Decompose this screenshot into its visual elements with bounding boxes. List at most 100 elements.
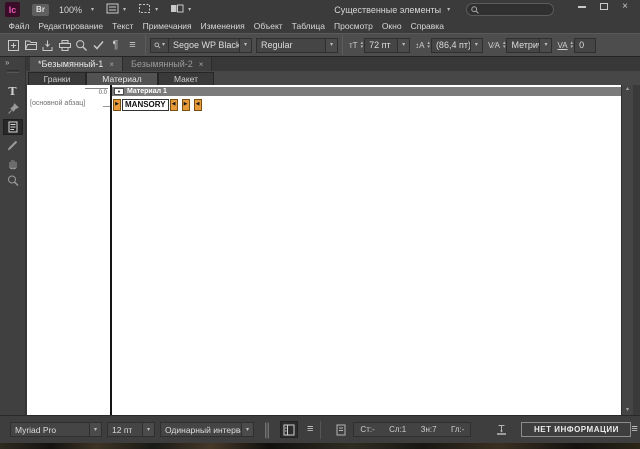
chevron-down-icon[interactable]: ▾ [239, 38, 251, 52]
menu-file[interactable]: Файл [4, 21, 34, 31]
story-collapse-icon[interactable]: ▼ [114, 88, 124, 95]
chevron-down-icon[interactable]: ▾ [397, 38, 410, 52]
chevron-down-icon[interactable]: ▾ [142, 423, 154, 436]
chevron-down-icon[interactable]: ▾ [325, 38, 337, 52]
maximize-button[interactable] [600, 3, 609, 10]
eyedropper-tool-icon[interactable] [3, 137, 23, 153]
search-button[interactable] [73, 36, 90, 54]
type-tool[interactable]: T [3, 83, 23, 99]
tracking-stepper[interactable]: ▴ ▾ [571, 41, 574, 50]
kerning-stepper[interactable]: ▴ ▾ [503, 41, 506, 50]
status-font-combo[interactable]: Myriad Pro ▾ [10, 422, 102, 437]
screen-mode-dropdown[interactable]: ▾ [170, 1, 191, 19]
tracking-combo[interactable]: 0 [574, 37, 597, 53]
title-bar: Ic Br 100% ▾ ▾ ▾ ▾ Существенные элементы [0, 0, 640, 19]
info-column-toggle-icon[interactable] [280, 421, 298, 438]
status-menu-icon[interactable]: ≡ [307, 424, 313, 435]
search-input[interactable] [482, 5, 553, 14]
bridge-button[interactable]: Br [32, 3, 49, 16]
view-options-icon [106, 1, 119, 19]
depth-ruler-mark: 0.0 [84, 88, 108, 96]
main-area: » T *Безымянный-1 × Безымянный-2 × Гранк… [0, 57, 640, 415]
line-spacing-combo[interactable]: Одинарный интервал ▾ [160, 422, 254, 437]
menu-object[interactable]: Объект [249, 21, 287, 31]
open-button[interactable] [22, 36, 39, 54]
story-title: Материал 1 [127, 88, 167, 95]
menu-changes[interactable]: Изменения [196, 21, 249, 31]
font-size-value: 72 пт [369, 40, 391, 50]
note-anchor-open-icon[interactable]: ▶ [113, 98, 121, 111]
scroll-down-icon[interactable]: ▾ [626, 406, 629, 415]
line-spacing-value: Одинарный интервал [165, 424, 241, 435]
chevron-down-icon[interactable]: ▾ [89, 423, 101, 436]
show-hidden-characters-button[interactable]: ¶ [107, 36, 124, 54]
font-style-value: Regular [261, 40, 293, 50]
panel-menu-button[interactable]: ≡ [124, 36, 141, 54]
stat-characters: Зн:7 [420, 425, 437, 434]
font-family-combo[interactable]: ▾ Segoe WP Black ▾ [150, 37, 252, 53]
font-size-stepper[interactable]: ▴ ▾ [361, 41, 364, 50]
frame-mode-dropdown[interactable]: ▾ [138, 1, 158, 19]
close-icon[interactable]: × [109, 60, 114, 69]
kerning-combo[interactable]: Метрич. ▾ [506, 37, 553, 53]
font-size-combo[interactable]: 72 пт ▾ [364, 37, 411, 53]
leading-combo[interactable]: (86,4 пт) ▾ [430, 37, 483, 53]
chevron-down-icon[interactable]: ▾ [469, 38, 482, 52]
note-tool[interactable] [2, 119, 23, 135]
tab-layout[interactable]: Макет [158, 72, 214, 85]
font-family-value: Segoe WP Black [173, 40, 239, 50]
chevron-down-icon[interactable]: ▾ [241, 423, 253, 436]
note-anchor-close-icon[interactable]: ◀ [169, 98, 178, 111]
tab-galley[interactable]: Гранки [28, 72, 86, 85]
spellcheck-button[interactable] [90, 36, 107, 54]
menu-type[interactable]: Текст [108, 21, 138, 31]
status-size-combo[interactable]: 12 пт ▾ [107, 422, 155, 437]
save-button[interactable] [39, 36, 56, 54]
chevron-down-icon[interactable]: ▾ [539, 38, 552, 52]
paragraph-tick [103, 106, 110, 107]
font-style-combo[interactable]: Regular ▾ [256, 37, 338, 53]
print-button[interactable] [56, 36, 73, 54]
dock-drag-handle[interactable] [6, 70, 19, 73]
workspace-switcher[interactable]: Существенные элементы ▾ [334, 5, 450, 15]
tab-story[interactable]: Материал [86, 72, 158, 85]
chevron-down-icon: ▾ [188, 6, 192, 13]
columns-view-icon[interactable]: ∥ [259, 422, 275, 439]
vertical-scrollbar[interactable]: ▴ ▾ [621, 85, 633, 415]
scroll-up-icon[interactable]: ▴ [626, 85, 629, 94]
zoom-level-dropdown[interactable]: 100% ▾ [59, 5, 94, 15]
doc-tab-untitled-1[interactable]: *Безымянный-1 × [30, 57, 123, 71]
menu-help[interactable]: Справка [406, 21, 448, 31]
minimize-button[interactable] [578, 5, 587, 8]
copyfit-info-badge: НЕТ ИНФОРМАЦИИ [521, 422, 632, 437]
tracking-value: 0 [579, 40, 585, 50]
chevron-down-icon: ▾ [123, 6, 127, 13]
doc-tab-untitled-2[interactable]: Безымянный-2 × [122, 57, 213, 71]
pin-tool-icon[interactable] [3, 101, 23, 117]
tracking-icon: VA [557, 40, 568, 50]
story-text[interactable]: MANSORY [122, 98, 169, 111]
menu-edit[interactable]: Редактирование [34, 21, 108, 31]
app-window: Ic Br 100% ▾ ▾ ▾ ▾ Существенные элементы [0, 0, 640, 443]
close-icon[interactable]: × [199, 60, 204, 69]
menu-view[interactable]: Просмотр [329, 21, 377, 31]
story-text-area[interactable]: ▼ Материал 1 ▶ MANSORY ◀ ▶ ◀ [112, 85, 621, 415]
menu-notes[interactable]: Примечания [138, 21, 196, 31]
story-first-line[interactable]: ▶ MANSORY ◀ ▶ ◀ [113, 98, 202, 111]
dock-collapse-icon[interactable]: » [0, 57, 9, 68]
close-button[interactable]: × [622, 1, 628, 12]
font-search-icon: ▾ [151, 38, 170, 52]
view-options-dropdown[interactable]: ▾ [106, 1, 126, 19]
note-anchor-close-icon[interactable]: ◀ [193, 98, 202, 111]
search-box[interactable] [466, 3, 555, 16]
leading-value: (86,4 пт) [435, 40, 470, 50]
note-anchor-open-icon[interactable]: ▶ [181, 98, 190, 111]
new-document-button[interactable] [5, 36, 22, 54]
menu-table[interactable]: Таблица [287, 21, 329, 31]
status-font-value: Myriad Pro [15, 424, 57, 435]
hand-tool[interactable] [3, 155, 23, 171]
menu-window[interactable]: Окно [377, 21, 406, 31]
zoom-tool[interactable] [3, 173, 23, 189]
statusbar-menu-icon[interactable]: ≡ [631, 424, 637, 435]
leading-stepper[interactable]: ▴ ▾ [427, 41, 430, 50]
